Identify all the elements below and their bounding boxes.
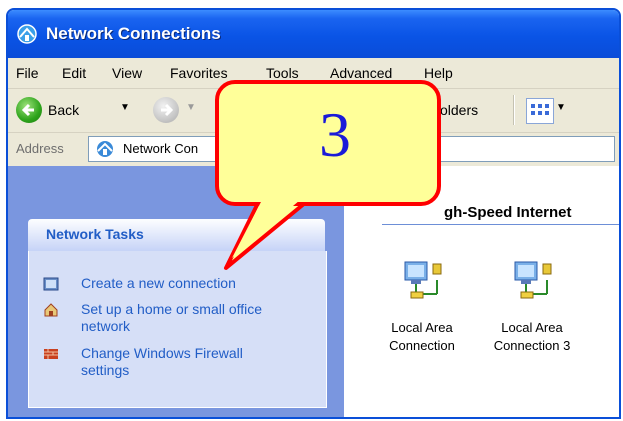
connection-item[interactable]: Local Area Connection 3 (482, 254, 582, 355)
menu-view[interactable]: View (112, 65, 142, 81)
back-arrow-icon (21, 103, 34, 117)
network-connections-icon (97, 141, 113, 157)
task-create-connection-label[interactable]: Create a new connection (43, 275, 313, 292)
back-dropdown-arrow-icon[interactable]: ▼ (120, 102, 130, 113)
window-title: Network Connections (46, 24, 221, 43)
lan-connection-icon (404, 261, 442, 299)
toolbar-separator (513, 95, 515, 125)
menu-tools[interactable]: Tools (266, 65, 299, 81)
forward-dropdown-arrow-icon[interactable]: ▼ (186, 102, 196, 113)
title-bar[interactable]: Network Connections (8, 10, 619, 58)
network-tasks-header[interactable]: Network Tasks (28, 219, 325, 251)
lan-connection-icon (514, 261, 552, 299)
explorer-window: Network Connections File Edit View Favor… (6, 8, 621, 419)
network-connections-icon (17, 24, 37, 44)
task-home-network-label[interactable]: Set up a home or small office network (43, 301, 263, 335)
address-label: Address (16, 141, 64, 156)
group-header: gh-Speed Internet (444, 204, 572, 221)
views-button[interactable] (526, 98, 554, 124)
forward-button[interactable] (153, 97, 179, 123)
group-divider (382, 224, 619, 225)
menu-edit[interactable]: Edit (62, 65, 86, 81)
connection-item[interactable]: Local Area Connection (372, 254, 472, 355)
task-create-connection[interactable]: Create a new connection (43, 275, 313, 292)
task-home-network[interactable]: Set up a home or small office network (43, 301, 263, 335)
network-tasks-title: Network Tasks (46, 226, 144, 242)
menu-advanced[interactable]: Advanced (330, 65, 392, 81)
back-label[interactable]: Back (48, 102, 79, 118)
connection-label: Local Area Connection 3 (493, 320, 571, 353)
views-dropdown-arrow-icon[interactable]: ▼ (556, 102, 566, 113)
task-firewall-label[interactable]: Change Windows Firewall settings (43, 345, 283, 379)
new-connection-icon (43, 277, 59, 291)
menu-favorites[interactable]: Favorites (170, 65, 228, 81)
menu-file[interactable]: File (16, 65, 39, 81)
address-value: Network Con (123, 141, 199, 156)
network-tasks-panel: Create a new connection Set up a home or… (28, 251, 327, 408)
connection-label: Local Area Connection (389, 320, 455, 353)
firewall-icon (44, 349, 58, 359)
forward-arrow-icon (161, 103, 174, 117)
task-firewall[interactable]: Change Windows Firewall settings (43, 345, 283, 379)
home-network-icon (44, 303, 58, 317)
back-button[interactable] (16, 97, 42, 123)
menu-help[interactable]: Help (424, 65, 453, 81)
step-number: 3 (319, 99, 351, 170)
